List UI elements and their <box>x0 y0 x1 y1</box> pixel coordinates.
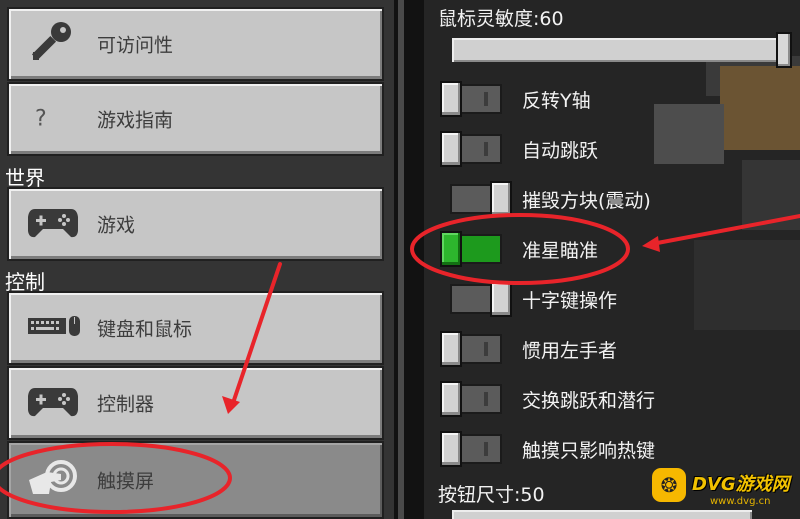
toggle-label-3: 摧毁方块(震动) <box>522 190 651 212</box>
background-block <box>654 104 724 164</box>
toggle-label-6: 惯用左手者 <box>522 340 618 362</box>
question-icon: ? <box>35 106 47 132</box>
menu-item-accessibility[interactable]: 可访问性 <box>7 7 384 81</box>
menu-item-label: 游戏 <box>97 214 136 237</box>
toggle-knob-1[interactable] <box>440 81 462 117</box>
toggle-knob-8[interactable] <box>440 431 462 467</box>
toggle-knob-2[interactable] <box>440 131 462 167</box>
menu-item-how-to-play[interactable]: ? 游戏指南 <box>7 82 384 156</box>
site-watermark: ❂ DVG游戏网 www.dvg.cn <box>652 468 794 514</box>
menu-item-touchscreen[interactable]: 触摸屏 <box>7 441 384 519</box>
toggle-notch <box>484 392 488 406</box>
left-scrollbar[interactable] <box>394 0 424 519</box>
toggle-label-1: 反转Y轴 <box>522 90 591 112</box>
watermark-url: www.dvg.cn <box>710 496 771 507</box>
menu-item-controller[interactable]: 控制器 <box>7 366 384 440</box>
toggle-notch <box>484 442 488 456</box>
toggle-label-8: 触摸只影响热键 <box>522 440 656 462</box>
gamepad-icon <box>27 384 79 422</box>
toggle-notch <box>484 342 488 356</box>
mouse-sensitivity-label: 鼠标灵敏度:60 <box>438 8 564 30</box>
background-block <box>694 240 800 330</box>
mouse-sensitivity-slider[interactable] <box>452 38 792 62</box>
toggle-notch <box>484 142 488 156</box>
menu-item-game[interactable]: 游戏 <box>7 187 384 261</box>
background-block <box>742 160 800 230</box>
button-size-label: 按钮尺寸:50 <box>438 484 545 506</box>
menu-item-label: 控制器 <box>97 393 155 416</box>
menu-item-label: 键盘和鼠标 <box>97 318 193 341</box>
menu-item-label: 触摸屏 <box>97 470 155 493</box>
gamepad-icon <box>27 205 79 243</box>
toggle-label-5: 十字键操作 <box>522 290 618 312</box>
left-scrollbar-thumb[interactable] <box>398 0 404 519</box>
keyboard-mouse-icon <box>27 313 81 343</box>
menu-item-keyboard-mouse[interactable]: 键盘和鼠标 <box>7 291 384 365</box>
toggle-knob-3[interactable] <box>490 181 512 217</box>
toggle-knob-5[interactable] <box>490 281 512 317</box>
key-icon <box>27 18 75 70</box>
mouse-sensitivity-slider-thumb[interactable] <box>776 32 792 68</box>
touch-hand-icon <box>27 458 79 502</box>
touch-settings-panel: 鼠标灵敏度:60 反转Y轴自动跳跃摧毁方块(震动) 准星瞄准十字键操作惯用左手者交… <box>424 0 800 519</box>
toggle-knob-7[interactable] <box>440 381 462 417</box>
watermark-brand: DVG游戏网 <box>692 474 790 495</box>
toggle-knob-4[interactable] <box>440 231 462 267</box>
settings-category-panel: 可访问性 ? 游戏指南 世界 游戏 控制 键盘和鼠标 控制器 触摸屏 <box>0 0 394 519</box>
toggle-label-4: 准星瞄准 <box>522 240 599 262</box>
menu-item-label: 游戏指南 <box>97 109 174 132</box>
watermark-logo-icon: ❂ <box>652 468 686 502</box>
toggle-label-2: 自动跳跃 <box>522 140 599 162</box>
background-block <box>720 66 800 150</box>
menu-item-label: 可访问性 <box>97 34 174 57</box>
toggle-label-7: 交换跳跃和潜行 <box>522 390 656 412</box>
toggle-notch <box>484 92 488 106</box>
toggle-knob-6[interactable] <box>440 331 462 367</box>
